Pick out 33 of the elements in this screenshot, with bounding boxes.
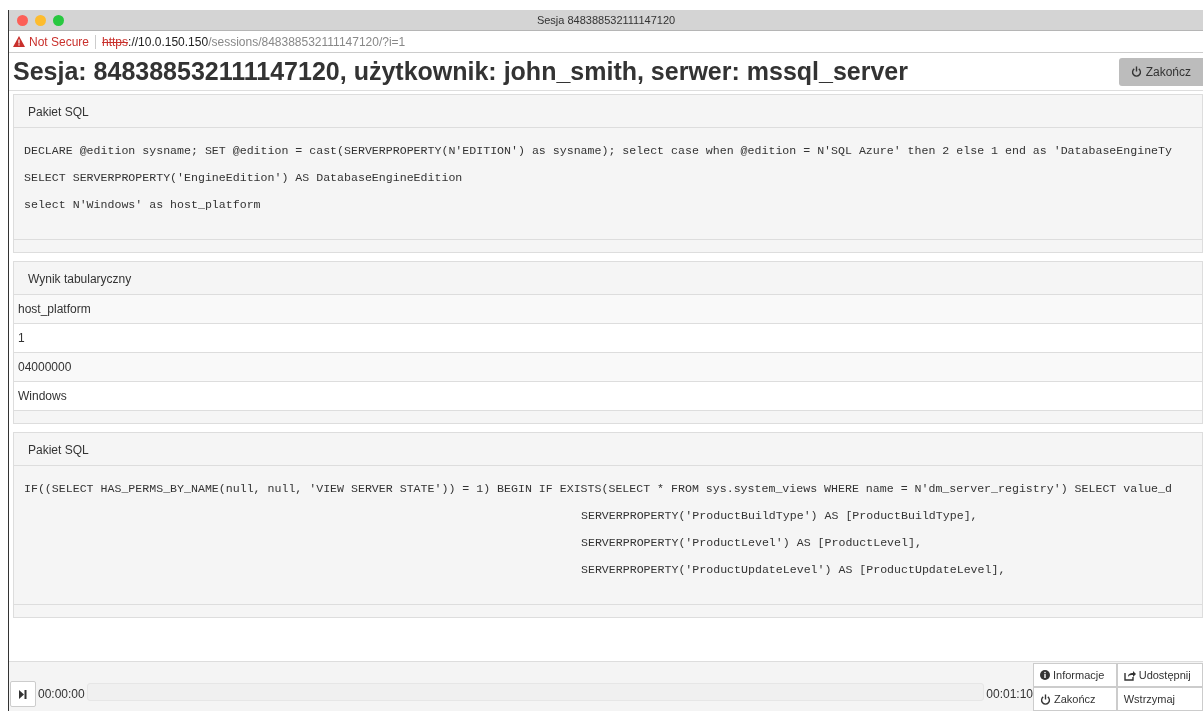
minimize-icon[interactable] (35, 14, 46, 26)
code-line: SERVERPROPERTY('ProductBuildType') AS [ProductBuildType], (580, 509, 979, 522)
table-cell: 04000000 (14, 353, 1202, 382)
close-icon[interactable] (17, 14, 28, 26)
code-line: SERVERPROPERTY('ProductLevel') AS [ProductLevel], (580, 536, 923, 549)
panel-title: Pakiet SQL (27, 442, 90, 459)
page-heading: Sesja: 848388532111147120, użytkownik: john_smith, serwer: mssql_server (13, 57, 908, 86)
play-button[interactable] (10, 681, 36, 707)
step-forward-icon (19, 689, 27, 699)
info-icon (1040, 670, 1050, 680)
maximize-icon[interactable] (53, 14, 64, 26)
end-time: 00:01:10 (986, 687, 1033, 701)
player-button[interactable]: Wstrzymaj (1116, 687, 1203, 711)
window-title: Sesja 848388532111147120 (536, 14, 676, 26)
panel-title: Wynik tabularyczny (27, 271, 133, 288)
address-url[interactable]: https://10.0.150.150/sessions/848388532111147120/?i=1 (102, 34, 406, 49)
player-button[interactable]: Informacje (1033, 663, 1117, 687)
player-button[interactable]: Udostępnij (1116, 663, 1203, 687)
table-cell: host_platform (14, 295, 1202, 324)
share-icon (1123, 669, 1136, 681)
warning-icon (13, 36, 25, 47)
code-line: select N'Windows' as host_platform (24, 198, 262, 211)
player-button[interactable]: Zakończ (1033, 687, 1117, 711)
start-time: 00:00:00 (38, 687, 85, 701)
code-line: IF((SELECT HAS_PERMS_BY_NAME(null, null, 'VIEW SERVER STATE')) = 1) BEGIN IF EXISTS(SELECT * FROM sys.system_views WHERE name = N'dm_server_registry') SELECT value_d (24, 482, 1173, 495)
power-icon (1040, 693, 1051, 705)
panel-title: Pakiet SQL (27, 104, 90, 121)
not-secure-label: Not Secure (29, 34, 90, 49)
code-line: SERVERPROPERTY('ProductUpdateLevel') AS [ProductUpdateLevel], (580, 563, 1007, 576)
code-line: DECLARE @edition sysname; SET @edition = cast(SERVERPROPERTY(N'EDITION') as sysname); select case when @edition = N'SQL Azure' then 2 else 1 end as 'DatabaseEngineTy (24, 144, 1173, 157)
code-line: SELECT SERVERPROPERTY('EngineEdition') AS DatabaseEngineEdition (24, 171, 464, 184)
end-button[interactable]: Zakończ (1118, 57, 1203, 86)
power-icon (1130, 66, 1142, 77)
